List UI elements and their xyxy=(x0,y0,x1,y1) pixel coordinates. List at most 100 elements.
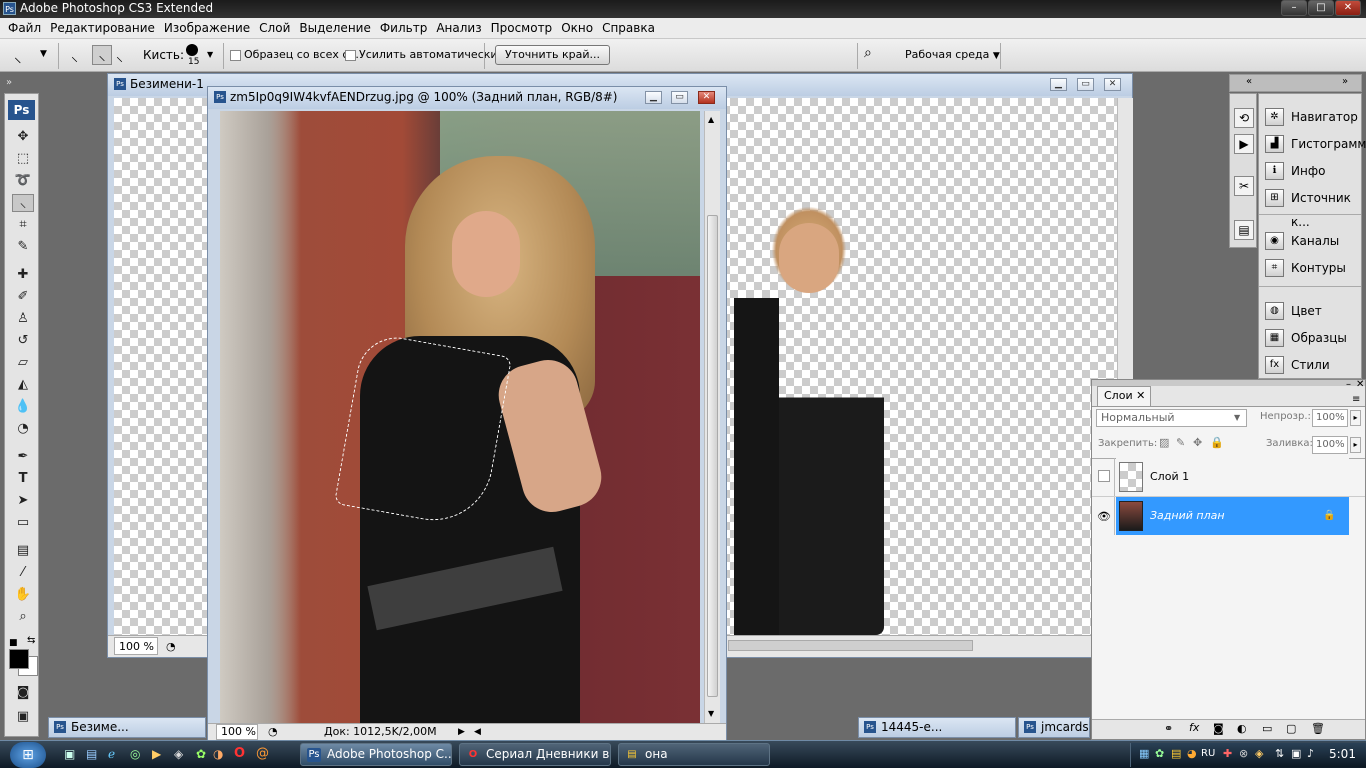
toolbar-collapse-icon[interactable]: » xyxy=(6,77,12,88)
new-layer-icon[interactable]: ▢ xyxy=(1286,722,1296,735)
doc-close-button[interactable]: ✕ xyxy=(1104,78,1121,91)
volume-icon[interactable]: ♪ xyxy=(1307,747,1314,760)
start-button[interactable]: ⊞ xyxy=(10,742,46,768)
brush-chevron-icon[interactable]: ▼ xyxy=(207,50,213,59)
photo-canvas[interactable] xyxy=(220,111,700,723)
menu-window[interactable]: Окно xyxy=(557,21,597,35)
panel-styles[interactable]: fx Стили xyxy=(1261,353,1361,377)
menu-filter[interactable]: Фильтр xyxy=(376,21,431,35)
panel-menu-icon[interactable]: ≡ xyxy=(1352,394,1360,405)
opera-icon[interactable]: O xyxy=(234,746,245,761)
zoom-tool-icon[interactable]: ⌕ xyxy=(12,608,34,626)
display-icon[interactable]: ▣ xyxy=(1291,747,1301,760)
fill-arrow-icon[interactable]: ▸ xyxy=(1350,437,1361,453)
chevron-down-icon[interactable]: ▼ xyxy=(40,49,47,59)
layer-visibility-toggle[interactable] xyxy=(1093,458,1115,496)
history-panel-icon[interactable]: ⟲ xyxy=(1234,108,1254,128)
layer-comps-icon[interactable]: ▤ xyxy=(1234,220,1254,240)
lock-position-icon[interactable]: ✥ xyxy=(1193,436,1202,449)
photo-minimize-button[interactable]: ▁ xyxy=(645,91,662,104)
layer-style-icon[interactable]: fx xyxy=(1189,721,1199,734)
minimized-doc[interactable]: Ps jmcards... xyxy=(1018,717,1090,738)
show-desktop-icon[interactable]: ▣ xyxy=(64,747,75,761)
paint-bucket-icon[interactable]: ◭ xyxy=(12,376,34,394)
panel-color[interactable]: ◍ Цвет xyxy=(1261,299,1361,323)
photo-vertical-scrollbar[interactable]: ▲ ▼ xyxy=(704,111,720,723)
new-selection-icon[interactable]: ⸜ xyxy=(71,47,78,66)
tool-presets-icon[interactable]: ✂ xyxy=(1234,176,1254,196)
fill-field[interactable]: 100% xyxy=(1312,436,1348,454)
minimized-doc[interactable]: Ps 14445-е... xyxy=(858,717,1016,738)
notes-tool-icon[interactable]: ▤ xyxy=(12,542,34,560)
crop-tool-icon[interactable]: ⌗ xyxy=(12,216,34,234)
media-icon[interactable]: ▶ xyxy=(152,747,161,761)
doc-minimize-button[interactable]: ▁ xyxy=(1050,78,1067,91)
panel-clone-source[interactable]: ⊞ Источник к... xyxy=(1261,186,1361,229)
layer-visibility-toggle[interactable]: 👁 xyxy=(1093,497,1115,535)
tray-icon[interactable]: ✿ xyxy=(1155,747,1164,760)
menu-image[interactable]: Изображение xyxy=(160,21,254,35)
menu-file[interactable]: Файл xyxy=(4,21,45,35)
minimize-button[interactable]: – xyxy=(1281,0,1307,16)
shape-tool-icon[interactable]: ▭ xyxy=(12,514,34,532)
history-brush-icon[interactable]: ↺ xyxy=(12,332,34,350)
new-group-icon[interactable]: ▭ xyxy=(1262,722,1272,735)
quick-mask-icon[interactable]: ◙ xyxy=(12,684,34,702)
clone-stamp-icon[interactable]: ♙ xyxy=(12,310,34,328)
slice-tool-icon[interactable]: ✎ xyxy=(12,238,34,256)
sample-all-checkbox[interactable] xyxy=(230,49,241,61)
menu-edit[interactable]: Редактирование xyxy=(46,21,159,35)
menu-view[interactable]: Просмотр xyxy=(487,21,557,35)
path-selection-icon[interactable]: ➤ xyxy=(12,492,34,510)
ie-icon[interactable]: ℯ xyxy=(108,747,115,761)
app-icon[interactable]: ◑ xyxy=(213,747,223,761)
panel-channels[interactable]: ◉ Каналы xyxy=(1261,229,1361,253)
maximize-button[interactable]: □ xyxy=(1308,0,1334,16)
brush-preview-icon[interactable] xyxy=(186,44,198,56)
tray-icon[interactable]: ◈ xyxy=(1255,747,1263,760)
tray-icon[interactable]: ⊗ xyxy=(1239,747,1248,760)
quick-selection-tool-icon[interactable]: ⸜ xyxy=(14,47,22,67)
panel-navigator[interactable]: ✲ Навигатор xyxy=(1261,105,1361,129)
panel-paths[interactable]: ⌗ Контуры xyxy=(1261,256,1361,280)
link-layers-icon[interactable]: ⚭ xyxy=(1164,722,1173,735)
lock-all-icon[interactable]: 🔒 xyxy=(1210,436,1224,449)
auto-enhance-option[interactable]: Усилить автоматически xyxy=(345,48,498,61)
status-menu-icon[interactable]: ◔ xyxy=(166,638,176,656)
layer-row-selected[interactable]: Задний план 🔒 xyxy=(1116,497,1349,535)
layer-row[interactable]: Слой 1 xyxy=(1116,458,1349,496)
lock-pixels-icon[interactable]: ✎ xyxy=(1176,436,1185,449)
taskbar-opera[interactable]: O Сериал Дневники в... xyxy=(459,743,611,766)
quicklaunch-icon[interactable]: ◎ xyxy=(130,747,140,761)
layer-mask-icon[interactable]: ◙ xyxy=(1213,722,1224,735)
opacity-arrow-icon[interactable]: ▸ xyxy=(1350,410,1361,426)
collapse-dock-icon[interactable]: « xyxy=(1246,76,1252,87)
scroll-up-icon[interactable]: ▲ xyxy=(708,115,714,124)
marquee-tool-icon[interactable]: ⬚ xyxy=(12,150,34,168)
panel-minimize-icon[interactable]: – xyxy=(1346,379,1351,390)
bridge-icon[interactable]: ⌕ xyxy=(864,45,872,61)
lock-transparency-icon[interactable]: ▨ xyxy=(1159,436,1169,449)
horizontal-scroll-thumb[interactable] xyxy=(728,640,973,651)
workspace-menu[interactable]: Рабочая среда ▼ xyxy=(905,48,1000,61)
panel-swatches[interactable]: ▦ Образцы xyxy=(1261,326,1361,350)
expand-dock-icon[interactable]: » xyxy=(1342,76,1348,87)
photo-zoom-field[interactable]: 100 % xyxy=(216,724,258,740)
blend-mode-select[interactable]: Нормальный ▼ xyxy=(1096,409,1247,427)
brush-tool-icon[interactable]: ✐ xyxy=(12,288,34,306)
opacity-field[interactable]: 100% xyxy=(1312,409,1348,427)
panel-histogram[interactable]: ▟ Гистограмма xyxy=(1261,132,1366,156)
tray-icon[interactable]: ▦ xyxy=(1139,747,1149,760)
tab-close-icon[interactable]: ✕ xyxy=(1136,389,1145,402)
dodge-tool-icon[interactable]: ◔ xyxy=(12,420,34,438)
add-to-selection-icon[interactable]: ⸜ xyxy=(92,45,112,65)
mail-agent-icon[interactable]: @ xyxy=(256,746,269,761)
type-tool-icon[interactable]: T xyxy=(12,470,34,488)
actions-panel-icon[interactable]: ▶ xyxy=(1234,134,1254,154)
status-menu-icon[interactable]: ◔ xyxy=(268,724,278,740)
tray-icon[interactable]: ✚ xyxy=(1223,747,1232,760)
doc-restore-button[interactable]: ▭ xyxy=(1077,78,1094,91)
blur-tool-icon[interactable]: 💧 xyxy=(12,398,34,416)
default-colors-icon[interactable]: ■ xyxy=(9,638,18,648)
healing-brush-icon[interactable]: ✚ xyxy=(12,266,34,284)
